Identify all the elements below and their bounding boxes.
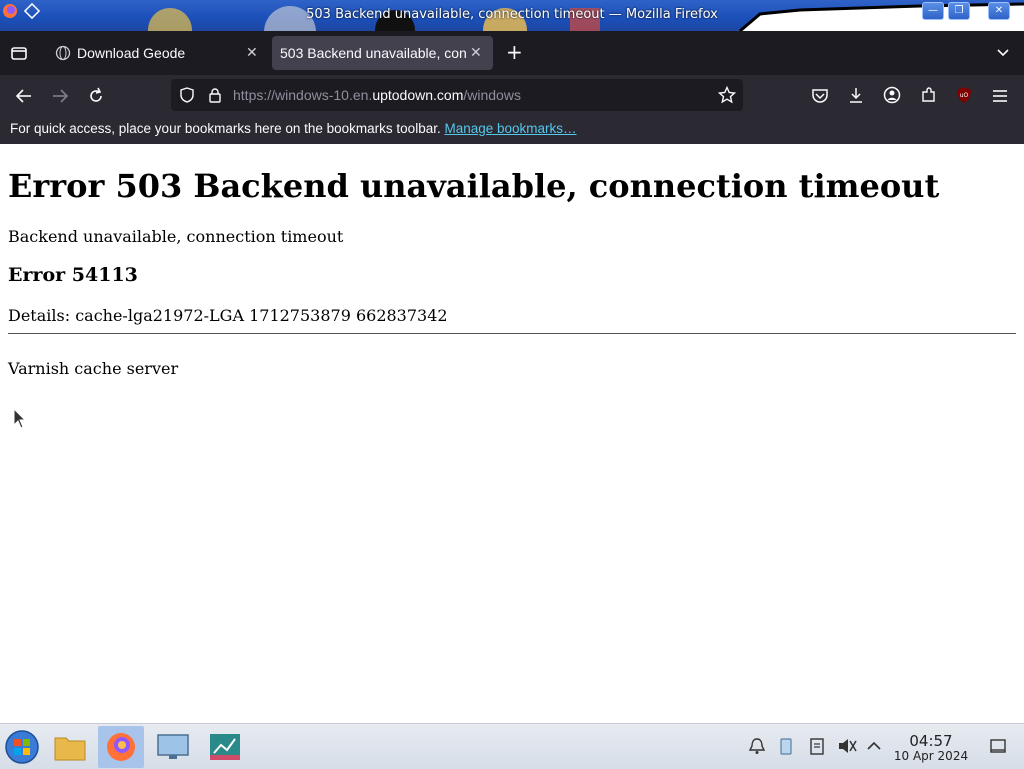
show-desktop-icon[interactable] xyxy=(989,737,1007,755)
firefox-view-icon[interactable] xyxy=(10,44,28,62)
downloads-icon[interactable] xyxy=(847,86,865,104)
close-tab-icon[interactable]: ✕ xyxy=(470,44,482,61)
menu-hamburger-icon[interactable] xyxy=(991,87,1009,105)
show-hidden-icons-chevron-up-icon[interactable] xyxy=(866,739,882,753)
mouse-pointer-icon xyxy=(13,408,27,429)
tab-503-error[interactable]: 503 Backend unavailable, connection time… xyxy=(272,36,493,70)
close-window-button[interactable]: ✕ xyxy=(988,2,1010,20)
url-text[interactable]: https://windows-10.en.uptodown.com/windo… xyxy=(233,87,521,103)
bookmarks-hint-text: For quick access, place your bookmarks h… xyxy=(10,121,441,136)
error-details: Details: cache-lga21972-LGA 1712753879 6… xyxy=(8,306,448,325)
clock-time[interactable]: 04:57 xyxy=(895,732,967,750)
maximize-button[interactable]: ❐ xyxy=(948,2,970,20)
ublock-origin-icon[interactable]: uO xyxy=(955,86,973,104)
tab-label: Download Geode xyxy=(77,45,186,61)
manage-bookmarks-link[interactable]: Manage bookmarks… xyxy=(444,121,576,136)
extensions-puzzle-icon[interactable] xyxy=(920,86,938,104)
window-titlebar: 503 Backend unavailable, connection time… xyxy=(0,0,1024,31)
forward-arrow-icon[interactable] xyxy=(51,87,69,105)
taskbar-file-manager[interactable] xyxy=(47,726,93,768)
divider xyxy=(8,333,1016,334)
pocket-icon[interactable] xyxy=(811,87,829,105)
page-title: Error 503 Backend unavailable, connectio… xyxy=(8,167,940,205)
account-icon[interactable] xyxy=(883,86,901,104)
taskbar-firefox[interactable] xyxy=(98,726,144,768)
page-content: Error 503 Backend unavailable, connectio… xyxy=(0,145,1024,723)
start-menu-icon[interactable] xyxy=(4,729,40,765)
bookmark-star-icon[interactable] xyxy=(718,86,736,104)
navigation-toolbar: https://windows-10.en.uptodown.com/windo… xyxy=(0,75,1024,116)
bookmarks-toolbar: For quick access, place your bookmarks h… xyxy=(0,116,1024,144)
notifications-bell-icon[interactable] xyxy=(748,737,766,755)
svg-text:uO: uO xyxy=(960,92,969,99)
error-description: Backend unavailable, connection timeout xyxy=(8,227,344,246)
taskbar-app[interactable] xyxy=(202,726,248,768)
reload-icon[interactable] xyxy=(87,87,105,105)
monitor-settings-icon xyxy=(157,734,189,759)
error-code: Error 54113 xyxy=(8,264,138,286)
list-tabs-chevron-down-icon[interactable] xyxy=(996,46,1010,60)
taskbar-system-settings[interactable] xyxy=(150,726,196,768)
tab-label: 503 Backend unavailable, connection time… xyxy=(280,45,466,61)
volume-muted-icon[interactable] xyxy=(837,737,857,755)
back-arrow-icon[interactable] xyxy=(15,87,33,105)
globe-icon xyxy=(55,45,71,61)
close-tab-icon[interactable]: ✕ xyxy=(246,44,258,61)
lock-icon[interactable] xyxy=(207,87,223,103)
app-window-icon xyxy=(210,734,240,760)
window-title: 503 Backend unavailable, connection time… xyxy=(306,7,718,22)
minimize-button[interactable]: — xyxy=(922,2,944,20)
server-signature: Varnish cache server xyxy=(8,359,179,378)
folder-icon xyxy=(54,737,86,761)
tab-download-geode[interactable]: Download Geode ✕ xyxy=(46,36,268,70)
new-tab-button[interactable]: + xyxy=(506,40,523,64)
clock-date[interactable]: 10 Apr 2024 xyxy=(890,749,972,763)
address-bar[interactable]: https://windows-10.en.uptodown.com/windo… xyxy=(171,79,743,111)
bookmarks-hint: For quick access, place your bookmarks h… xyxy=(10,121,577,136)
taskbar: 04:57 10 Apr 2024 xyxy=(0,723,1024,769)
clipboard-bin-icon[interactable] xyxy=(778,736,794,756)
clipboard-icon[interactable] xyxy=(808,736,826,756)
tracking-protection-shield-icon[interactable] xyxy=(179,87,195,103)
firefox-icon xyxy=(107,733,135,761)
tab-strip: Download Geode ✕ 503 Backend unavailable… xyxy=(0,31,1024,75)
